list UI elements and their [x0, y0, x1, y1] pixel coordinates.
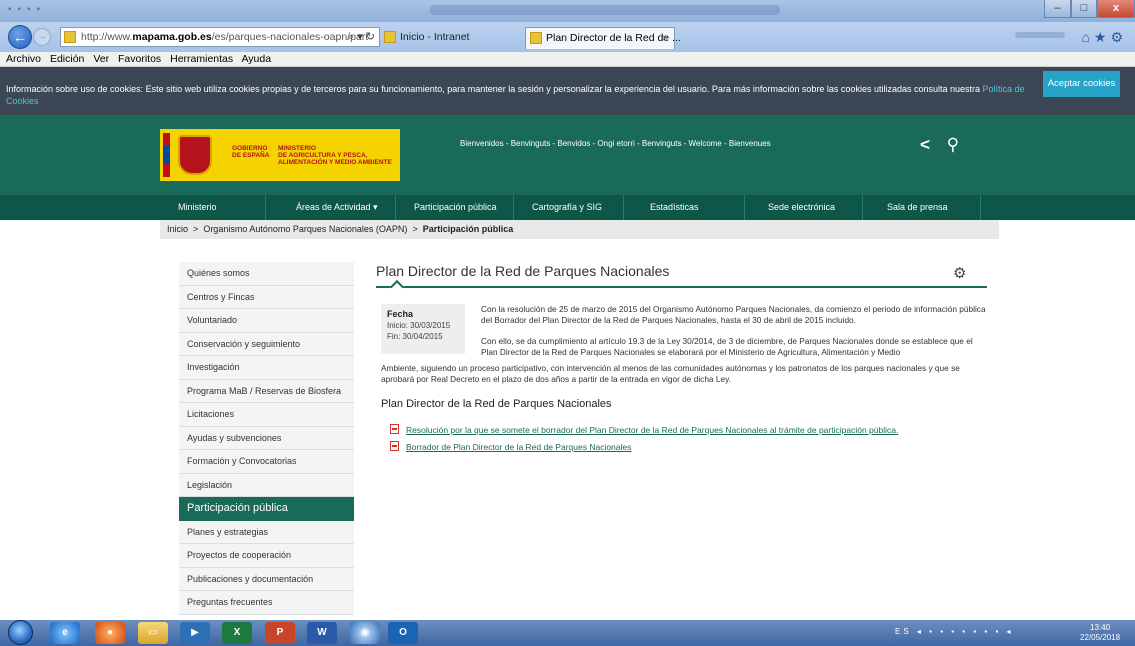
menu-favoritos[interactable]: Favoritos [118, 53, 161, 65]
nav-cartografia[interactable]: Cartografía y SIG [532, 195, 602, 220]
tab-intranet[interactable]: Inicio - Intranet [380, 27, 500, 49]
site-header: GOBIERNO DE ESPAÑA MINISTERIO DE AGRICUL… [0, 115, 1135, 195]
window-titlebar: ▪▪▪▪ – □ x [0, 0, 1135, 22]
menu-ayuda[interactable]: Ayuda [241, 53, 271, 65]
menu-ver[interactable]: Ver [93, 53, 109, 65]
paragraph-2-cont: Ambiente, siguiendo un proceso participa… [381, 363, 960, 384]
windows-taskbar: e ● ▭ ▶ X P W ◉ O ES ◂ ▪ ▪ ▪ ▪ ▪ ▪ ▪ ◂ 1… [0, 620, 1135, 646]
language-indicator[interactable]: ES [895, 627, 912, 636]
breadcrumb-current: Participación pública [422, 224, 514, 234]
welcome-languages[interactable]: Bienvenidos - Benvinguts - Benvidos - On… [460, 139, 771, 148]
sidebar-item-investigacion[interactable]: Investigación [179, 356, 354, 380]
nav-ministerio[interactable]: Ministerio [178, 195, 217, 220]
ie-taskbar-icon[interactable]: e [50, 622, 80, 644]
sidebar-item-legislacion[interactable]: Legislación [179, 473, 354, 497]
coat-of-arms-icon [178, 135, 212, 175]
draft-pdf-link[interactable]: Borrador de Plan Director de la Red de P… [390, 441, 631, 452]
paragraph-2: Con ello, se da cumplimiento al artículo… [481, 336, 973, 357]
pdf-icon [390, 424, 399, 434]
date-start: Inicio: 30/03/2015 [387, 321, 451, 330]
sidebar-item-planes[interactable]: Planes y estrategias [179, 520, 354, 544]
tab-close-icon[interactable]: × [662, 28, 668, 48]
pdf-icon [390, 441, 399, 451]
back-button[interactable]: ← [8, 25, 32, 49]
cookie-text: Información sobre uso de cookies: Este s… [6, 84, 983, 94]
sidebar-item-conservacion[interactable]: Conservación y seguimiento [179, 332, 354, 356]
start-button[interactable] [8, 620, 33, 645]
ministry-logo[interactable]: GOBIERNO DE ESPAÑA MINISTERIO DE AGRICUL… [160, 129, 400, 181]
menu-bar: Archivo Edición Ver Favoritos Herramient… [0, 52, 1135, 67]
sidebar-item-preguntas[interactable]: Preguntas frecuentes [179, 591, 354, 615]
breadcrumb-oapn[interactable]: Organismo Autónomo Parques Nacionales (O… [203, 224, 407, 234]
title-caret [389, 279, 405, 295]
sidebar-item-formacion[interactable]: Formación y Convocatorias [179, 450, 354, 474]
menu-archivo[interactable]: Archivo [6, 53, 41, 65]
search-icon[interactable]: ⚲ [947, 135, 959, 154]
media-taskbar-icon[interactable]: ▶ [180, 622, 210, 644]
sidebar-item-participacion-publica[interactable]: Participación pública [179, 497, 354, 521]
sidebar-item-licitaciones[interactable]: Licitaciones [179, 403, 354, 427]
nav-participacion-publica[interactable]: Participación pública [414, 195, 497, 220]
window-title-blurred [430, 5, 780, 15]
tab-plan-director[interactable]: Plan Director de la Red de ... × [525, 27, 681, 49]
sidebar-item-voluntariado[interactable]: Voluntariado [179, 309, 354, 333]
word-taskbar-icon[interactable]: W [307, 622, 337, 644]
gears-icon[interactable]: ⚙ [953, 264, 966, 282]
spain-flag-icon [163, 133, 170, 177]
share-icon[interactable]: < [920, 135, 930, 154]
browser-navbar: ← → http://www.mapama.gob.es/es/parques-… [0, 22, 1135, 52]
title-underline [376, 286, 987, 288]
nav-sede-electronica[interactable]: Sede electrónica [768, 195, 835, 220]
close-window-button[interactable]: x [1097, 0, 1135, 18]
firefox-taskbar-icon[interactable]: ● [95, 622, 125, 644]
menu-herramientas[interactable]: Herramientas [170, 53, 233, 65]
date-label: Fecha [387, 309, 414, 319]
sidebar-item-proyectos[interactable]: Proyectos de cooperación [179, 544, 354, 568]
user-name-blurred [1015, 32, 1065, 38]
system-tray[interactable]: ES ◂ ▪ ▪ ▪ ▪ ▪ ▪ ▪ ◂ [895, 627, 1014, 636]
chrome-taskbar-icon[interactable]: ◉ [350, 622, 380, 644]
sidebar-item-quienes-somos[interactable]: Quiénes somos [179, 262, 354, 286]
minimize-button[interactable]: – [1044, 0, 1071, 18]
cookie-banner: Información sobre uso de cookies: Este s… [0, 67, 1135, 115]
breadcrumb: Inicio > Organismo Autónomo Parques Naci… [160, 220, 999, 239]
sidebar-item-ayudas[interactable]: Ayudas y subvenciones [179, 426, 354, 450]
tab-favicon-icon [530, 32, 542, 44]
breadcrumb-home[interactable]: Inicio [167, 224, 188, 234]
site-favicon-icon [64, 31, 76, 43]
maximize-button[interactable]: □ [1071, 0, 1097, 18]
sidebar-item-programa-mab[interactable]: Programa MaB / Reservas de Biosfera [179, 379, 354, 403]
sidebar-item-centros-fincas[interactable]: Centros y Fincas [179, 285, 354, 309]
sidebar-item-publicaciones[interactable]: Publicaciones y documentación [179, 567, 354, 591]
powerpoint-taskbar-icon[interactable]: P [265, 622, 295, 644]
date-end: Fin: 30/04/2015 [387, 332, 443, 341]
nav-areas-actividad[interactable]: Áreas de Actividad ▾ [296, 195, 378, 220]
address-bar[interactable]: http://www.mapama.gob.es/es/parques-naci… [60, 27, 380, 47]
explorer-taskbar-icon[interactable]: ▭ [138, 622, 168, 644]
resolution-pdf-link[interactable]: Resolución por la que se somete el borra… [390, 424, 898, 435]
nav-sala-prensa[interactable]: Sala de prensa [887, 195, 948, 220]
address-controls-icon[interactable]: ⌕ ▾ ↻ [348, 28, 375, 46]
menu-edicion[interactable]: Edición [50, 53, 84, 65]
main-navigation: Ministerio Áreas de Actividad ▾ Particip… [0, 195, 1135, 220]
page-title: Plan Director de la Red de Parques Nacio… [376, 263, 670, 279]
date-box: Fecha Inicio: 30/03/2015 Fin: 30/04/2015 [381, 304, 465, 354]
quick-access-icons: ▪▪▪▪ [8, 4, 47, 15]
home-favorites-tools-icon[interactable]: ⌂★⚙ [1081, 29, 1127, 46]
intranet-favicon-icon [384, 31, 396, 43]
system-clock[interactable]: 13:40 22/05/2018 [1080, 623, 1120, 643]
forward-button[interactable]: → [33, 28, 51, 46]
paragraph-1: Con la resolución de 25 de marzo de 2015… [481, 304, 986, 325]
outlook-taskbar-icon[interactable]: O [388, 622, 418, 644]
accept-cookies-button[interactable]: Aceptar cookies [1043, 71, 1120, 97]
nav-estadisticas[interactable]: Estadísticas [650, 195, 699, 220]
sidebar-menu: Quiénes somos Centros y Fincas Voluntari… [179, 262, 354, 615]
excel-taskbar-icon[interactable]: X [222, 622, 252, 644]
section-heading: Plan Director de la Red de Parques Nacio… [381, 398, 612, 410]
